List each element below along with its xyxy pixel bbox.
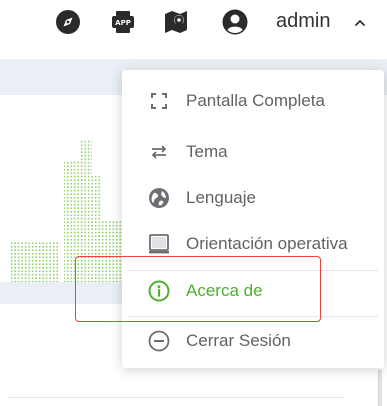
user-avatar-icon[interactable] [222, 9, 248, 35]
compass-icon[interactable] [55, 9, 81, 35]
menu-item-fullscreen[interactable]: Pantalla Completa [122, 78, 384, 124]
menu-item-label: Orientación operativa [186, 234, 348, 253]
svg-text:APP: APP [115, 19, 131, 27]
divider [8, 397, 344, 398]
fullscreen-icon [148, 90, 170, 112]
menu-item-logout[interactable]: Cerrar Sesión [122, 318, 384, 364]
chevron-up-icon[interactable] [354, 12, 366, 32]
top-header: APP admin [0, 0, 387, 52]
map-pin-icon[interactable] [163, 9, 189, 35]
screen: APP admin Pantalla Completa Tema Lenguaj… [0, 0, 387, 406]
globe-icon [148, 187, 170, 209]
scrollbar[interactable] [378, 370, 382, 406]
user-dropdown-menu: Pantalla Completa Tema Lenguaje Orientac… [122, 70, 384, 368]
menu-item-label: Tema [186, 142, 228, 161]
menu-item-language[interactable]: Lenguaje [122, 175, 384, 221]
monitor-icon [148, 233, 170, 255]
app-download-icon[interactable]: APP [110, 9, 136, 35]
menu-item-label: Lenguaje [186, 188, 256, 207]
logout-icon [148, 330, 170, 352]
highlight-box [75, 256, 321, 322]
menu-item-theme[interactable]: Tema [122, 129, 384, 175]
menu-item-label: Pantalla Completa [186, 91, 325, 110]
user-name[interactable]: admin [276, 10, 330, 33]
swap-icon [148, 141, 170, 163]
menu-item-label: Cerrar Sesión [186, 331, 291, 350]
